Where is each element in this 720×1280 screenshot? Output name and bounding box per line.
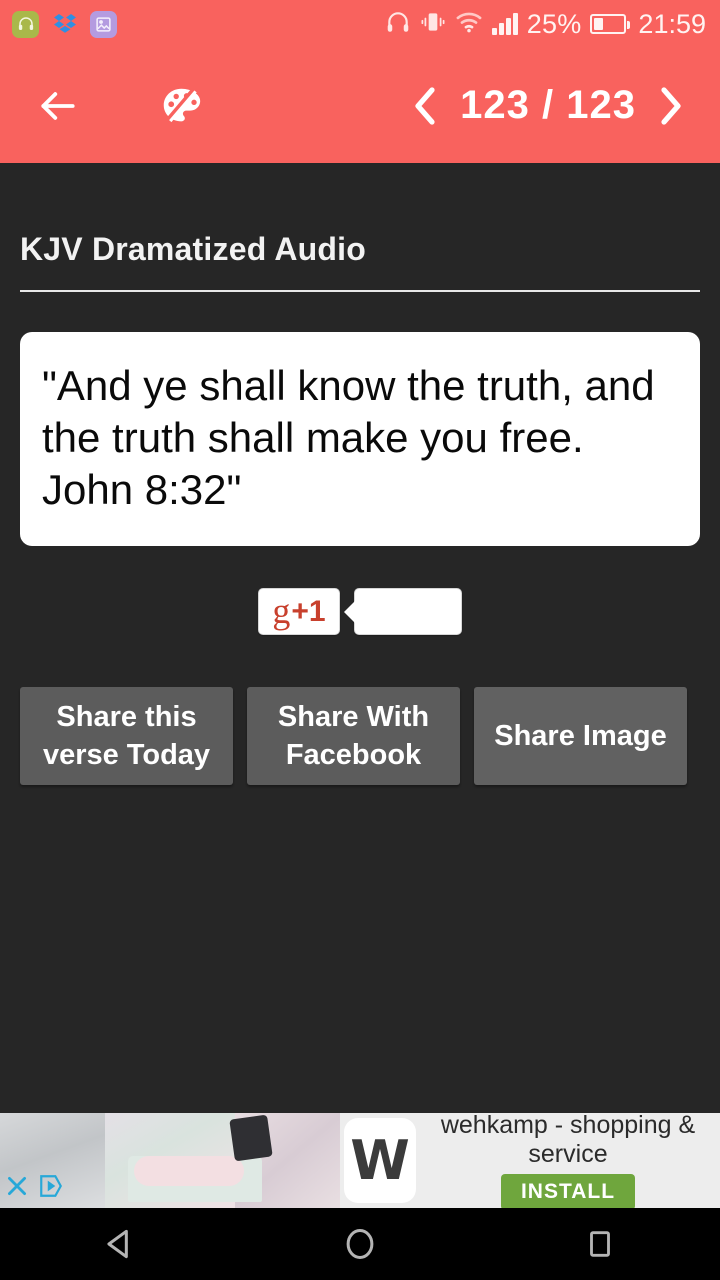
android-navigation-bar [0, 1208, 720, 1280]
google-plus-one-row: g +1 [20, 588, 700, 635]
status-battery-icon [590, 14, 631, 34]
page-counter-label: 123 / 123 [460, 83, 636, 127]
back-arrow-icon[interactable] [36, 84, 80, 128]
page-title: KJV Dramatized Audio [20, 231, 366, 267]
notification-gallery-icon [90, 10, 117, 38]
main-content: KJV Dramatized Audio "And ye shall know … [0, 163, 720, 785]
share-image-button[interactable]: Share Image [474, 687, 687, 785]
title-divider [20, 290, 700, 292]
app-bar: 123 / 123 [0, 48, 720, 163]
ad-image-bedroom [105, 1113, 262, 1208]
share-verse-today-button[interactable]: Share this verse Today [20, 687, 233, 785]
ad-advertiser-logo: W [344, 1118, 416, 1203]
close-x-icon[interactable] [4, 1173, 30, 1204]
status-vibrate-icon [420, 9, 446, 40]
verse-text: "And ye shall know the truth, and the tr… [42, 362, 655, 513]
google-plus-one-count-bubble[interactable] [343, 588, 462, 635]
chevron-right-icon[interactable] [658, 86, 684, 126]
google-g-letter: g [272, 590, 291, 631]
adchoices-icon[interactable] [38, 1173, 64, 1204]
app-screen: 25% 21:59 123 / 123 KJV Dramatized Audio… [0, 0, 720, 1280]
status-clock: 21:59 [638, 8, 706, 39]
ad-body: wehkamp - shopping & service INSTALL [420, 1113, 720, 1208]
share-facebook-button[interactable]: Share With Facebook [247, 687, 460, 785]
page-navigator: 123 / 123 [412, 83, 684, 128]
ad-controls [4, 1173, 64, 1204]
nav-back-triangle-icon[interactable] [60, 1208, 180, 1280]
status-notification-icons [12, 10, 117, 38]
status-wifi-icon [455, 10, 483, 39]
nav-home-circle-icon[interactable] [300, 1208, 420, 1280]
status-bar: 25% 21:59 [0, 0, 720, 48]
notification-headphones-icon [12, 10, 39, 38]
share-buttons-row: Share this verse Today Share With Facebo… [20, 687, 700, 785]
ad-product-images [0, 1113, 340, 1208]
status-headphones-icon [385, 9, 411, 40]
ad-title: wehkamp - shopping & service [440, 1113, 696, 1168]
ad-banner[interactable]: W wehkamp - shopping & service INSTALL [0, 1113, 720, 1208]
verse-card: "And ye shall know the truth, and the tr… [20, 332, 700, 546]
google-plus-one-button[interactable]: g +1 [258, 588, 340, 635]
google-plus-one-label: +1 [291, 594, 326, 628]
nav-recents-square-icon[interactable] [540, 1208, 660, 1280]
palette-icon[interactable] [158, 83, 204, 129]
chevron-left-icon[interactable] [412, 86, 438, 126]
status-system-icons: 25% 21:59 [385, 9, 706, 40]
status-signal-bars-icon [491, 13, 518, 35]
ad-logo-wrap: W [340, 1113, 420, 1208]
notification-dropbox-icon [51, 11, 78, 38]
status-battery-percent: 25% [526, 8, 582, 39]
ad-install-button[interactable]: INSTALL [500, 1174, 636, 1208]
